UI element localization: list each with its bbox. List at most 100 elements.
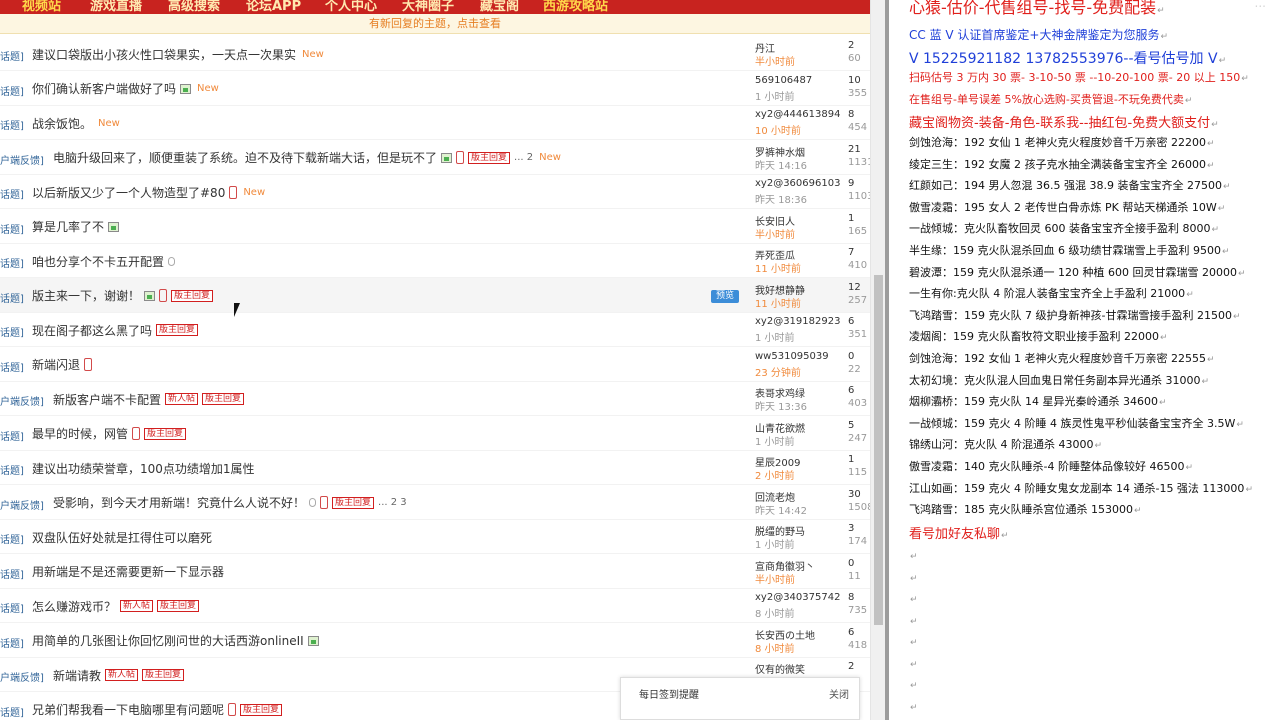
- thread-category[interactable]: 户端反馈]: [0, 497, 44, 512]
- thread-row[interactable]: 话题] 现在阁子都这么黑了吗 版主回复 xy2@319182923 1 小时前 6 351: [0, 312, 870, 347]
- thread-title[interactable]: 用新端是不是还需要更新一下显示器: [32, 563, 224, 580]
- thread-author[interactable]: xy2@319182923: [755, 316, 840, 327]
- thread-category[interactable]: 户端反馈]: [0, 152, 44, 167]
- thread-author[interactable]: 仅有的微笑: [755, 661, 805, 676]
- thread-title[interactable]: 算是几率了不: [32, 218, 104, 235]
- thread-title[interactable]: 战余饭饱。: [32, 115, 92, 132]
- thread-title[interactable]: 怎么赚游戏币？: [32, 598, 116, 615]
- thread-category[interactable]: 话题]: [0, 117, 24, 132]
- thread-row[interactable]: 户端反馈] 电脑升级回来了，顺便重装了系统。迫不及待下载新端大话，但是玩不了 版主回…: [0, 140, 870, 175]
- thread-category[interactable]: 话题]: [0, 531, 24, 546]
- thread-title[interactable]: 建议口袋版出小孩火性口袋果实，一天点一次果实: [32, 46, 296, 63]
- thread-title[interactable]: 版主来一下，谢谢！: [32, 287, 140, 304]
- thread-category[interactable]: 话题]: [0, 704, 24, 719]
- thread-category[interactable]: 话题]: [0, 186, 24, 201]
- thread-category[interactable]: 话题]: [0, 83, 24, 98]
- document-line-text: 傲雪凌霜：140 克火队睡杀-4 阶睡整体品像较好 46500: [909, 460, 1185, 473]
- thread-category[interactable]: 话题]: [0, 290, 24, 305]
- thread-author[interactable]: xy2@444613894: [755, 109, 840, 120]
- thread-title[interactable]: 新端请教: [53, 667, 101, 684]
- thread-row[interactable]: 话题] 你们确认新客户端做好了吗 New 569106487 1 小时前 10 355: [0, 71, 870, 106]
- document-line: CC 蓝 V 认证首席鉴定+大神金牌鉴定为您服务↵: [909, 26, 1168, 43]
- document-line-text: 飞鸿踏雪：159 克火队 7 级护身新神孩-甘霖瑞雪接手盈利 21500: [909, 308, 1232, 322]
- thread-category[interactable]: 话题]: [0, 566, 24, 581]
- thread-pages[interactable]: ... 2 3: [378, 497, 407, 508]
- thread-title[interactable]: 兄弟们帮我看一下电脑哪里有问题呢: [32, 701, 224, 718]
- image-icon: [108, 221, 120, 232]
- thread-reply-count: 2: [848, 40, 855, 51]
- thread-title[interactable]: 你们确认新客户端做好了吗: [32, 80, 176, 97]
- scrollbar[interactable]: [870, 0, 885, 720]
- thread-view-count: 247: [848, 432, 868, 444]
- thread-category[interactable]: 话题]: [0, 255, 24, 270]
- thread-title[interactable]: 用简单的几张图让你回忆刚问世的大话西游onlineII: [32, 632, 304, 649]
- thread-row[interactable]: 话题] 版主来一下，谢谢！ 版主回复 预览 我好想静静 11 小时前 12 257: [0, 277, 870, 313]
- nav-item[interactable]: 大神圈子: [402, 0, 454, 14]
- thread-category[interactable]: 话题]: [0, 462, 24, 477]
- nav-item[interactable]: 西游攻略站: [543, 0, 608, 14]
- thread-reply-count: 0: [848, 350, 855, 362]
- thread-row[interactable]: 话题] 最早的时候，网管 版主回复 山青花欲燃 1 小时前 5 247: [0, 416, 870, 451]
- document-line-text: 烟柳灞桥：159 克火队 14 星异光秦岭通杀 34600: [909, 395, 1158, 409]
- thread-title-group: 用新端是不是还需要更新一下显示器: [32, 564, 224, 580]
- thread-row[interactable]: 话题] 建议口袋版出小孩火性口袋果实，一天点一次果实 New 丹江 半小时前 2 60: [0, 36, 870, 71]
- thread-title[interactable]: 电脑升级回来了，顺便重装了系统。迫不及待下载新端大话，但是玩不了: [53, 149, 437, 166]
- thread-author[interactable]: 569106487: [755, 75, 812, 86]
- thread-row[interactable]: 话题] 新端闪退 ww531095039 23 分钟前 0 22: [0, 347, 870, 382]
- signin-reminder-title: 每日签到提醒: [639, 690, 699, 701]
- nav-item[interactable]: 高级搜索: [168, 0, 220, 14]
- thread-row[interactable]: 话题] 用新端是不是还需要更新一下显示器 宣商角徽羽丶 半小时前 0 11: [0, 554, 870, 589]
- thread-category[interactable]: 户端反馈]: [0, 669, 44, 684]
- thread-title[interactable]: 以后新版又少了一个人物造型了#80: [32, 184, 225, 201]
- thread-row[interactable]: 话题] 以后新版又少了一个人物造型了#80 New xy2@360696103 昨天 1…: [0, 174, 870, 209]
- nav-bar: 视频站 游戏直播 高级搜索 论坛APP 个人中心 大神圈子 藏宝阁 西游攻略站: [0, 0, 870, 14]
- thread-title[interactable]: 双盘队伍好处就是扛得住可以磨死: [32, 529, 212, 546]
- thread-category[interactable]: 话题]: [0, 359, 24, 374]
- thread-row[interactable]: 户端反馈] 受影响，到今天才用新端！究竟什么人说不好！ 版主回复... 2 3 回流老…: [0, 485, 870, 520]
- thread-row[interactable]: 户端反馈] 新版客户端不卡配置 新人帖 版主回复 表哥求鸡绿 昨天 13:36 6 403: [0, 381, 870, 416]
- document-line: 在售组号-单号误差 5%放心选购-买贵管退-不玩免费代卖↵: [909, 91, 1192, 107]
- thread-reply-count: 6: [848, 385, 855, 396]
- thread-row[interactable]: 话题] 算是几率了不 长安旧人 半小时前 1 165: [0, 209, 870, 244]
- thread-category[interactable]: 话题]: [0, 48, 24, 63]
- thread-title[interactable]: 建议出功绩荣誉章，100点功绩增加1属性: [32, 460, 255, 477]
- thread-row[interactable]: 话题] 用简单的几张图让你回忆刚问世的大话西游onlineII 长安西の土地 8 小时…: [0, 623, 870, 658]
- preview-button[interactable]: 预览: [711, 289, 739, 303]
- thread-title[interactable]: 新端闪退: [32, 356, 80, 373]
- thread-title[interactable]: 新版客户端不卡配置: [53, 391, 161, 408]
- thread-row[interactable]: 话题] 双盘队伍好处就是扛得住可以磨死 脱缰的野马 1 小时前 3 174: [0, 519, 870, 554]
- thread-category[interactable]: 户端反馈]: [0, 393, 44, 408]
- thread-row[interactable]: 话题] 怎么赚游戏币？ 新人帖 版主回复 xy2@340375742 8 小时前 8 735: [0, 588, 870, 623]
- document-line: 烟柳灞桥：159 克火队 14 星异光秦岭通杀 34600↵: [909, 393, 1167, 409]
- thread-reply-count: 3: [848, 523, 855, 534]
- thread-author[interactable]: xy2@360696103: [755, 178, 840, 189]
- thread-view-count: 1131: [848, 156, 870, 168]
- thread-title[interactable]: 咱也分享个不卡五开配置: [32, 253, 164, 270]
- thread-row[interactable]: 话题] 咱也分享个不卡五开配置 弄死歪瓜 11 小时前 7 410: [0, 243, 870, 278]
- thread-category[interactable]: 话题]: [0, 428, 24, 443]
- signin-reminder-close-button[interactable]: 关闭: [829, 686, 849, 701]
- nav-item[interactable]: 论坛APP: [246, 0, 301, 14]
- thread-last-time: 1 小时前: [755, 540, 795, 551]
- new-reply-notice[interactable]: 有新回复的主题，点击查看: [0, 14, 870, 34]
- nav-item[interactable]: 视频站: [22, 0, 61, 14]
- scrollbar-thumb[interactable]: [874, 275, 883, 625]
- nav-item[interactable]: 藏宝阁: [480, 0, 519, 14]
- thread-title[interactable]: 最早的时候，网管: [32, 425, 128, 442]
- thread-author[interactable]: xy2@340375742: [755, 592, 840, 603]
- thread-row[interactable]: 话题] 建议出功绩荣誉章，100点功绩增加1属性 星辰2009 2 小时前 1 115: [0, 450, 870, 485]
- thread-pages[interactable]: ... 2: [514, 152, 533, 163]
- thread-author[interactable]: ww531095039: [755, 351, 829, 362]
- document-line-text: 一生有你:克火队 4 阶混人装备宝宝齐全上手盈利 21000: [909, 287, 1186, 301]
- thread-row[interactable]: 话题] 战余饭饱。 New xy2@444613894 10 小时前 8 454: [0, 105, 870, 140]
- thread-title[interactable]: 受影响，到今天才用新端！究竟什么人说不好！: [53, 494, 305, 511]
- thread-category[interactable]: 话题]: [0, 221, 24, 236]
- paragraph-mark-icon: ↵: [1185, 463, 1193, 473]
- thread-category[interactable]: 话题]: [0, 324, 24, 339]
- thread-category[interactable]: 话题]: [0, 635, 24, 650]
- thread-title[interactable]: 现在阁子都这么黑了吗: [32, 322, 152, 339]
- thread-category[interactable]: 话题]: [0, 600, 24, 615]
- thread-view-count: 257: [848, 294, 868, 306]
- nav-item[interactable]: 个人中心: [325, 0, 377, 14]
- nav-item[interactable]: 游戏直播: [90, 0, 142, 14]
